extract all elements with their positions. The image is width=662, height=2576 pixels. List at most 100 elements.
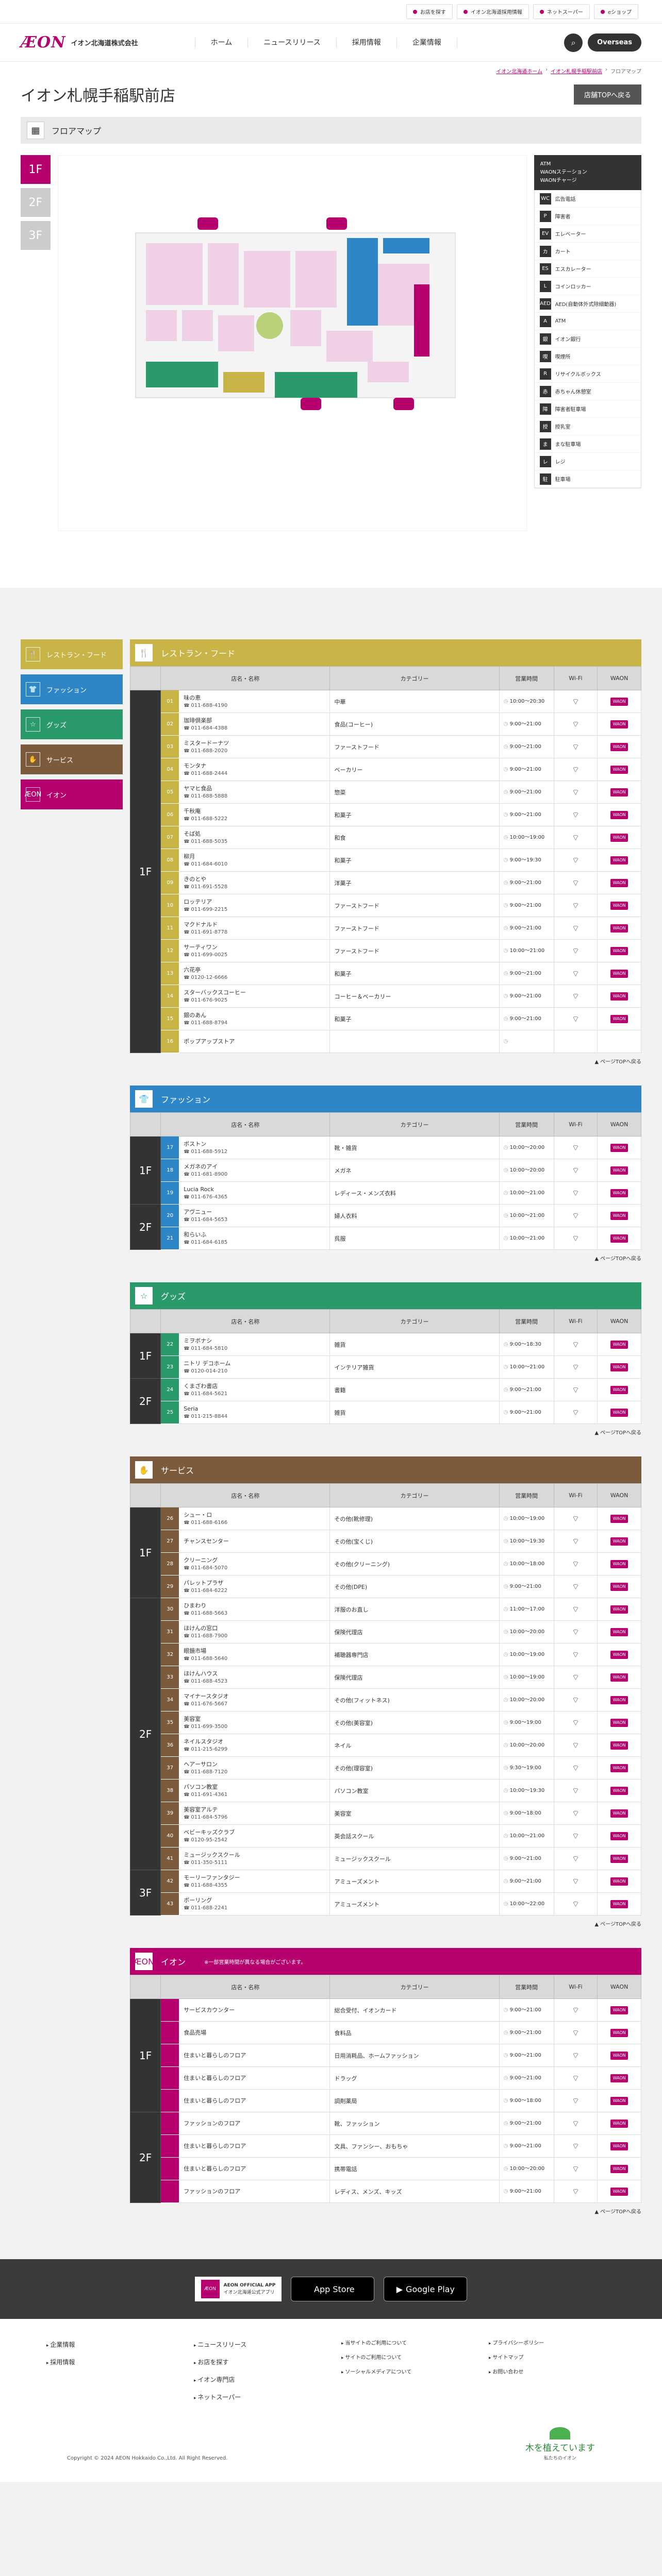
table-row[interactable]: 40ベビーキッズクラブ0120-95-2542英会話スクール10:00〜21:0… (130, 1824, 641, 1848)
table-row[interactable]: 1F17ボストン011-688-5912靴・雑貨10:00〜20:00⌔WAON (129, 1136, 641, 1205)
google-play-badge[interactable]: ▶ Google Play (384, 2277, 468, 2301)
table-row[interactable]: 28クリーニング011-684-5070その他(クリーニング)10:00〜18:… (130, 1552, 641, 1575)
store-name[interactable]: 美容室アルテ (184, 1806, 325, 1814)
table-row[interactable]: 37ヘアーサロン011-688-7120その他(理容室)9:30〜19:00⌔W… (130, 1756, 641, 1780)
store-name[interactable]: 柳月 (184, 853, 325, 861)
logo[interactable]: ÆON イオン北海道株式会社 (21, 33, 138, 52)
store-name[interactable]: ひまわり (184, 1602, 325, 1610)
store-name[interactable]: モーリーファンタジー (184, 1874, 325, 1882)
utility-link[interactable]: お店を探す (406, 4, 453, 19)
table-row[interactable]: 02珈琲倶楽部011-684-4388食品(コーヒー)9:00〜21:00⌔WA… (130, 713, 641, 736)
store-name[interactable]: 眼鏡市場 (184, 1647, 325, 1655)
store-name[interactable]: マクドナルド (184, 921, 325, 929)
page-top-link[interactable]: ▲ ページTOPへ戻る (130, 2203, 641, 2215)
store-name[interactable]: 味の恵 (184, 694, 325, 702)
breadcrumb-store[interactable]: イオン札幌手稲駅前店 (551, 67, 602, 75)
app-store-badge[interactable]: App Store (291, 2277, 375, 2301)
page-top-link[interactable]: ▲ ページTOPへ戻る (130, 1250, 641, 1262)
store-name[interactable]: 和らいふ (184, 1231, 325, 1239)
nav-item[interactable]: ホーム (194, 37, 248, 48)
store-name[interactable]: アヴニュー (184, 1208, 325, 1216)
footer-link[interactable]: 当サイトのご利用について (341, 2336, 468, 2351)
store-name[interactable]: パレットプラザ (184, 1579, 325, 1587)
footer-link[interactable]: サイトマップ (489, 2351, 616, 2365)
table-row[interactable]: 05ヤマヒ食品011-688-5888惣菜9:00〜21:00⌔WAON (130, 781, 641, 804)
sidebar-item-aeon[interactable]: ÆON イオン (21, 779, 123, 809)
store-name[interactable]: ボーリング (184, 1896, 325, 1905)
table-row[interactable]: 2F30ひまわり011-688-5663洋服のお直し11:00〜17:00⌔WA… (129, 1598, 641, 1870)
store-name[interactable]: ニトリ デコホーム (184, 1360, 325, 1368)
store-name[interactable]: ヤマヒ食品 (184, 785, 325, 793)
table-row[interactable]: 21和らいふ011-684-6185呉服10:00〜21:00⌔WAON (130, 1227, 641, 1250)
store-name[interactable]: 珈琲倶楽部 (184, 717, 325, 725)
table-row[interactable]: 23ニトリ デコホーム0120-014-210インテリア雑貨10:00〜21:0… (130, 1355, 641, 1379)
table-row[interactable]: 04モンタナ011-688-2444ベーカリー9:00〜21:00⌔WAON (130, 758, 641, 781)
table-row[interactable]: 1F22ミヲボナシ011-684-5810雑貨9:00〜18:30⌔WAON (129, 1333, 641, 1379)
table-row[interactable]: 10ロッテリア011-699-2215ファーストフード9:00〜21:00⌔WA… (130, 894, 641, 917)
page-top-link[interactable]: ▲ ページTOPへ戻る (130, 1916, 641, 1927)
store-name[interactable]: そば処 (184, 830, 325, 838)
sidebar-item-service[interactable]: ✋ サービス (21, 744, 123, 774)
floor-tab-2f[interactable]: 2F (21, 188, 51, 217)
table-row[interactable]: 39美容室アルテ011-684-5796美容室9:00〜18:00⌔WAON (130, 1802, 641, 1825)
store-name[interactable]: ベビーキッズクラブ (184, 1828, 325, 1837)
search-icon[interactable]: ⌕ (564, 33, 583, 52)
store-name[interactable]: 美容室 (184, 1715, 325, 1723)
store-name[interactable]: くまざわ書店 (184, 1382, 325, 1391)
table-row[interactable]: 31ほけんの窓口011-688-7900保険代理店10:00〜20:00⌔WAO… (130, 1620, 641, 1643)
footer-link[interactable]: お問い合わせ (489, 2365, 616, 2380)
store-name[interactable]: ほけんの窓口 (184, 1624, 325, 1633)
table-row[interactable]: 35美容室011-699-3500その他(美容室)9:00〜19:00⌔WAON (130, 1711, 641, 1734)
table-row[interactable]: 38パソコン教室011-691-4361パソコン教室10:00〜19:30⌔WA… (130, 1779, 641, 1802)
floor-tab-3f[interactable]: 3F (21, 221, 51, 250)
table-row[interactable]: 11マクドナルド011-691-8778ファーストフード9:00〜21:00⌔W… (130, 917, 641, 940)
table-row[interactable]: 07そば処011-688-5035和食10:00〜19:00⌔WAON (130, 826, 641, 849)
table-row[interactable]: 15銀のあん011-688-8794和菓子9:00〜21:00⌔WAON (130, 1007, 641, 1030)
footer-link[interactable]: ソーシャルメディアについて (341, 2365, 468, 2380)
store-name[interactable]: スターバックスコーヒー (184, 989, 325, 997)
table-row[interactable]: 43ボーリング011-688-2241アミューズメント10:00〜22:00⌔W… (130, 1892, 641, 1916)
utility-link[interactable]: eショップ (593, 4, 638, 19)
footer-link[interactable]: イオン専門店 (194, 2371, 321, 2389)
store-name[interactable]: モンタナ (184, 762, 325, 770)
footer-link[interactable]: 採用情報 (46, 2354, 173, 2371)
table-row[interactable]: 13六花亭0120-12-6666和菓子9:00〜21:00⌔WAON (130, 962, 641, 985)
table-row[interactable]: ファッションのフロアレディス、メンズ、キッズ9:00〜21:00 ⌔ WAON (130, 2180, 641, 2203)
table-row[interactable]: 32眼鏡市場011-688-5640補聴器専門店10:00〜19:00⌔WAON (130, 1643, 641, 1666)
store-name[interactable]: 食品売場 (184, 2029, 325, 2037)
table-row[interactable]: 16 ポップアップストア (130, 1030, 641, 1053)
store-name[interactable]: サービスカウンター (184, 2006, 325, 2014)
table-row[interactable]: 09きのとや011-691-5528洋菓子9:00〜21:00⌔WAON (130, 871, 641, 894)
sidebar-item-food[interactable]: 🍴 レストラン・フード (21, 639, 123, 669)
store-name[interactable]: ボストン (184, 1140, 325, 1148)
table-row[interactable]: 住まいと暮らしのフロア日用消耗品、ホームファッション9:00〜21:00 ⌔ WAO… (130, 2044, 641, 2067)
store-name[interactable]: マイナースタジオ (184, 1692, 325, 1701)
page-top-link[interactable]: ▲ ページTOPへ戻る (130, 1424, 641, 1436)
table-row[interactable]: 3F42モーリーファンタジー011-688-4355アミューズメント9:00〜2… (129, 1870, 641, 1916)
table-row[interactable]: 14スターバックスコーヒー011-676-9025コーヒー＆ベーカリー9:00〜… (130, 985, 641, 1008)
store-name[interactable]: 住まいと暮らしのフロア (184, 2142, 325, 2150)
store-name[interactable]: ミュージックスクール (184, 1851, 325, 1859)
store-name[interactable]: 住まいと暮らしのフロア (184, 2097, 325, 2105)
store-name[interactable]: シュー・ロ (184, 1511, 325, 1519)
table-row[interactable]: 08柳月011-684-6010和菓子9:00〜19:30⌔WAON (130, 849, 641, 872)
table-row[interactable]: 1F26シュー・ロ011-688-6166その他(靴修理)10:00〜19:00… (129, 1507, 641, 1598)
store-name[interactable]: ミスタードーナツ (184, 739, 325, 748)
store-name[interactable]: 住まいと暮らしのフロア (184, 2074, 325, 2082)
store-name[interactable]: 住まいと暮らしのフロア (184, 2165, 325, 2173)
store-name[interactable]: ロッテリア (184, 898, 325, 906)
store-name[interactable]: ポップアップストア (184, 1038, 325, 1046)
utility-link[interactable]: イオン北海道採用情報 (456, 4, 529, 19)
table-row[interactable]: 27 チャンスセンターその他(宝くじ)10:00〜19:30 ⌔ WAON (130, 1530, 641, 1553)
store-name[interactable]: メガネのアイ (184, 1163, 325, 1171)
footer-link[interactable]: プライバシーポリシー (489, 2336, 616, 2351)
table-row[interactable]: 住まいと暮らしのフロア調剤薬局9:00〜18:00 ⌔ WAON (130, 2089, 641, 2112)
overseas-button[interactable]: Overseas (588, 33, 641, 52)
store-name[interactable]: 住まいと暮らしのフロア (184, 2052, 325, 2060)
store-name[interactable]: ファッションのフロア (184, 2120, 325, 2128)
table-row[interactable]: 03ミスタードーナツ011-688-2020ファーストフード9:00〜21:00… (130, 735, 641, 758)
table-row[interactable]: 2Fファッションのフロア靴、ファッション9:00〜21:00⌔WAON (129, 2112, 641, 2203)
store-name[interactable]: きのとや (184, 875, 325, 884)
store-name[interactable]: ヘアーサロン (184, 1760, 325, 1769)
table-row[interactable]: 19Lucia Rock011-676-4365レディース・メンズ衣料10:00… (130, 1181, 641, 1205)
